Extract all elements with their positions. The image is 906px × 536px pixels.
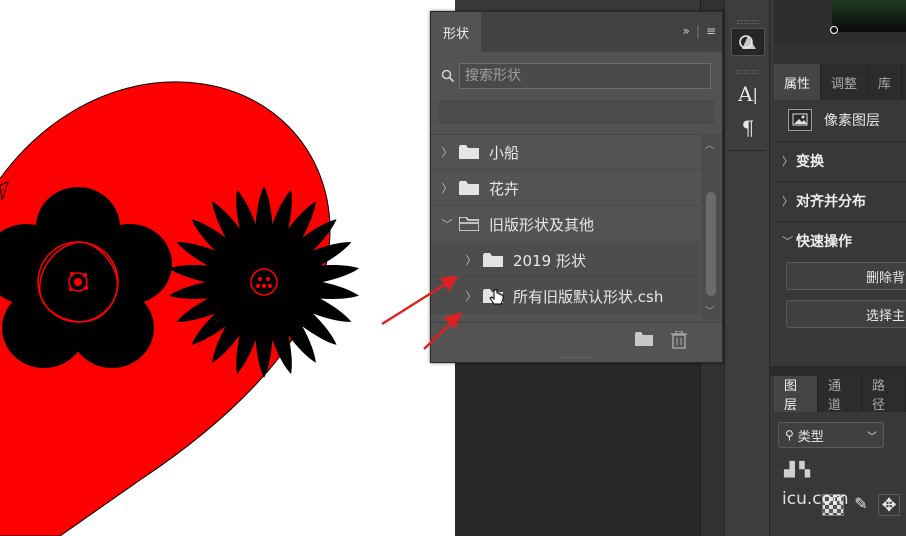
section-transform[interactable]: 〉变换 bbox=[776, 141, 906, 179]
properties-tab-bar: 属性 调整 库 bbox=[774, 64, 906, 100]
shapes-panel-icon[interactable] bbox=[731, 28, 765, 56]
layers-tab-bar: 图层 通道 路径 bbox=[774, 376, 906, 413]
search-icon: ⚲ bbox=[785, 428, 794, 442]
dock-grip[interactable] bbox=[737, 70, 759, 74]
color-picker-area[interactable] bbox=[774, 0, 906, 44]
shape-group-list: 〉 小船 〉 花卉 ﹀ 旧版形状及其他 〉 2019 形状 〉 所有旧版默认形状… bbox=[431, 134, 699, 320]
tab-adjustments[interactable]: 调整 bbox=[821, 64, 869, 100]
tab-channels[interactable]: 通道 bbox=[818, 376, 862, 413]
item-label: 所有旧版默认形状.csh bbox=[513, 287, 664, 306]
paragraph-panel-icon[interactable]: ¶ bbox=[731, 114, 765, 142]
section-quick-actions[interactable]: ﹀ 快速操作 bbox=[776, 221, 906, 259]
document-canvas[interactable] bbox=[0, 0, 455, 536]
item-label: 旧版形状及其他 bbox=[489, 215, 595, 234]
tab-layers[interactable]: 图层 bbox=[774, 376, 818, 413]
chevron-down-icon: ﹀ bbox=[782, 234, 793, 248]
flower-stamen bbox=[258, 277, 262, 281]
layer-filter-icons[interactable]: ▟ ▚ bbox=[784, 462, 814, 480]
scrollbar-thumb[interactable] bbox=[706, 192, 716, 296]
folder-icon bbox=[459, 145, 479, 159]
flower-stamen bbox=[256, 284, 260, 288]
chevron-down-icon: ﹀ bbox=[867, 431, 877, 443]
dock-grip[interactable] bbox=[737, 20, 759, 24]
flower-stamen bbox=[262, 284, 266, 288]
search-icon bbox=[441, 69, 455, 83]
tab-paths[interactable]: 路径 bbox=[862, 376, 906, 413]
chevron-right-icon[interactable]: 〉 bbox=[465, 288, 477, 304]
section-label: 快速操作 bbox=[796, 233, 852, 250]
tab-shapes[interactable]: 形状 bbox=[431, 12, 481, 52]
layer-type-label: 像素图层 bbox=[824, 113, 880, 129]
chevron-right-icon[interactable]: 〉 bbox=[465, 252, 477, 268]
remove-background-button[interactable]: 删除背 bbox=[786, 262, 906, 290]
brush-icon[interactable]: ✎ bbox=[850, 494, 872, 516]
section-align-distribute[interactable]: 〉对齐并分布 bbox=[776, 181, 906, 219]
folder-open-icon bbox=[458, 216, 480, 232]
paragraph-glyph: ¶ bbox=[741, 116, 755, 140]
panel-resize-grip[interactable] bbox=[561, 357, 591, 360]
filter-label: 类型 bbox=[797, 429, 824, 445]
shape-preview-bar bbox=[439, 100, 714, 124]
watermark: icu.com bbox=[782, 489, 849, 509]
flower-stamen bbox=[266, 277, 270, 281]
move-icon[interactable]: ✥ bbox=[878, 494, 900, 516]
section-label: 对齐并分布 bbox=[796, 193, 866, 210]
search-input[interactable] bbox=[459, 63, 711, 89]
flower-stamen bbox=[268, 284, 272, 288]
shapes-panel-footer bbox=[431, 322, 722, 356]
item-label: 2019 形状 bbox=[513, 251, 586, 270]
chevron-right-icon[interactable]: 〉 bbox=[441, 144, 453, 160]
header-separator: | bbox=[695, 24, 700, 38]
panel-menu-icon[interactable]: ≡ bbox=[706, 24, 716, 38]
shapes-panel-header[interactable]: 形状 » | ≡ bbox=[431, 12, 722, 52]
flower-center bbox=[250, 268, 278, 296]
list-item[interactable]: ﹀ 旧版形状及其他 bbox=[431, 207, 699, 242]
select-subject-button[interactable]: 选择主 bbox=[786, 300, 906, 328]
list-item[interactable]: 〉 所有旧版默认形状.csh bbox=[431, 279, 699, 314]
new-group-icon[interactable] bbox=[635, 331, 655, 349]
section-label: 变换 bbox=[796, 153, 824, 170]
folder-icon bbox=[459, 181, 479, 195]
tool-column: A | ¶ bbox=[724, 0, 770, 536]
list-item[interactable]: 〉 花卉 bbox=[431, 171, 699, 206]
chevron-right-icon: 〉 bbox=[782, 194, 793, 208]
layer-filter-select[interactable]: ⚲ 类型 ﹀ bbox=[778, 422, 884, 448]
chevron-right-icon[interactable]: 〉 bbox=[441, 180, 453, 196]
chevron-down-icon[interactable]: ﹀ bbox=[441, 216, 453, 232]
item-label: 小船 bbox=[489, 143, 520, 162]
heart-artwork bbox=[0, 81, 360, 536]
hand-cursor-icon bbox=[489, 289, 504, 305]
chevron-right-icon: 〉 bbox=[782, 154, 793, 168]
collapse-panel-icon[interactable]: » bbox=[683, 24, 690, 38]
character-panel-icon[interactable]: A | bbox=[731, 80, 765, 108]
shape-search bbox=[439, 62, 711, 90]
right-panel-dock: 属性 调整 库 像素图层 〉变换 〉对齐并分布 ﹀ 快速操作 删除背 选择主 图层… bbox=[770, 0, 906, 536]
shapes-panel: 形状 » | ≡ 〉 小船 〉 花卉 ﹀ 旧版形状及其他 〉 2019 bbox=[430, 11, 723, 363]
tab-libraries[interactable]: 库 bbox=[868, 64, 903, 100]
list-item[interactable]: 〉 小船 bbox=[431, 135, 699, 170]
list-item[interactable]: 〉 2019 形状 bbox=[431, 243, 699, 278]
pixel-layer-icon bbox=[788, 109, 812, 131]
trash-icon[interactable] bbox=[671, 330, 691, 349]
tab-properties[interactable]: 属性 bbox=[774, 64, 822, 100]
folder-icon bbox=[483, 253, 503, 267]
layer-type-row: 像素图层 bbox=[776, 100, 906, 140]
scroll-up-icon[interactable]: ︿ bbox=[705, 138, 714, 151]
item-label: 花卉 bbox=[489, 179, 520, 198]
text-tool-glyph: A bbox=[738, 82, 753, 106]
scroll-down-icon[interactable]: ﹀ bbox=[705, 304, 714, 317]
list-scrollbar[interactable]: ︿ ﹀ bbox=[701, 134, 721, 320]
